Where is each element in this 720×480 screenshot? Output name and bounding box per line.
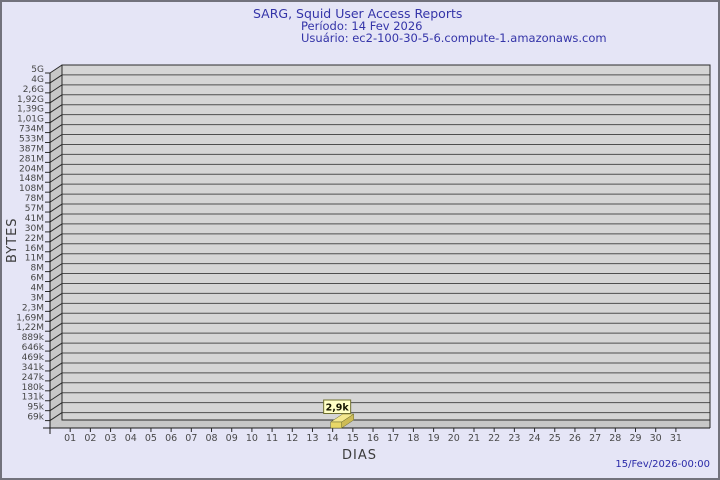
x-tick-label: 09 [226, 433, 238, 444]
x-tick-label: 14 [327, 433, 339, 444]
y-tick-label: 734M [19, 125, 44, 135]
x-tick-label: 25 [549, 433, 561, 444]
y-tick-label: 204M [19, 164, 44, 174]
plot-face [62, 65, 710, 420]
x-tick-label: 11 [266, 433, 278, 444]
x-tick-label: 30 [650, 433, 662, 444]
x-tick-label: 28 [609, 433, 621, 444]
x-tick-label: 15 [347, 433, 359, 444]
x-tick-label: 19 [428, 433, 440, 444]
y-tick-label: 1,39G [17, 105, 44, 115]
sarg-report-window: SARG, Squid User Access Reports Período:… [0, 0, 720, 480]
x-tick-label: 20 [448, 433, 460, 444]
bar-value-label: 2,9k [326, 403, 350, 414]
x-tick-label: 08 [205, 433, 217, 444]
x-tick-label: 27 [589, 433, 601, 444]
y-tick-label: 646k [22, 343, 45, 353]
y-tick-label: 41M [25, 214, 44, 224]
y-tick-label: 4M [31, 283, 45, 293]
x-tick-label: 16 [367, 433, 379, 444]
x-axis-title: DIAS [342, 448, 377, 463]
y-tick-label: 6M [31, 274, 45, 284]
y-tick-label: 180k [22, 383, 45, 393]
y-tick-label: 30M [25, 224, 44, 234]
y-tick-label: 11M [25, 254, 44, 264]
y-tick-label: 1,92G [17, 95, 44, 105]
y-tick-label: 2,6G [23, 85, 44, 95]
x-tick-label: 10 [246, 433, 258, 444]
x-tick-label: 22 [488, 433, 500, 444]
y-tick-label: 1,01G [17, 115, 44, 125]
x-tick-label: 21 [468, 433, 480, 444]
x-tick-label: 04 [125, 433, 137, 444]
y-tick-label: 3M [31, 293, 45, 303]
plot-floor [50, 420, 710, 428]
x-tick-label: 06 [165, 433, 177, 444]
y-tick-label: 533M [19, 135, 44, 145]
y-tick-label: 95k [27, 403, 44, 413]
x-tick-label: 31 [670, 433, 682, 444]
y-tick-label: 69k [27, 413, 44, 423]
x-tick-label: 23 [508, 433, 520, 444]
x-tick-label: 24 [529, 433, 541, 444]
x-tick-label: 02 [84, 433, 96, 444]
y-tick-label: 247k [22, 373, 45, 383]
y-tick-label: 387M [19, 144, 44, 154]
y-tick-label: 16M [25, 244, 44, 254]
y-tick-label: 1,22M [16, 323, 44, 333]
y-tick-label: 5G [31, 65, 44, 75]
x-tick-label: 29 [629, 433, 641, 444]
bar-front-face [330, 421, 342, 429]
y-tick-label: 2,3M [22, 303, 44, 313]
x-tick-label: 05 [145, 433, 157, 444]
y-tick-label: 78M [25, 194, 44, 204]
y-tick-label: 1,69M [16, 313, 44, 323]
y-tick-label: 281M [19, 154, 44, 164]
x-tick-label: 13 [306, 433, 318, 444]
x-tick-label: 01 [64, 433, 76, 444]
y-tick-label: 889k [22, 333, 45, 343]
bar-chart-canvas: 5G4G2,6G1,92G1,39G1,01G734M533M387M281M2… [16, 64, 711, 444]
x-tick-label: 26 [569, 433, 581, 444]
x-tick-label: 12 [286, 433, 298, 444]
x-tick-label: 18 [407, 433, 419, 444]
y-tick-label: 57M [25, 204, 44, 214]
y-tick-label: 108M [19, 184, 44, 194]
x-tick-label: 03 [105, 433, 117, 444]
y-tick-label: 22M [25, 234, 44, 244]
y-tick-label: 4G [31, 75, 44, 85]
x-tick-label: 17 [387, 433, 399, 444]
y-tick-label: 148M [19, 174, 44, 184]
report-timestamp: 15/Fev/2026-00:00 [615, 459, 710, 470]
y-tick-label: 131k [22, 393, 45, 403]
y-tick-label: 341k [22, 363, 45, 373]
y-tick-label: 8M [31, 264, 45, 274]
x-tick-label: 07 [185, 433, 197, 444]
y-tick-label: 469k [22, 353, 45, 363]
